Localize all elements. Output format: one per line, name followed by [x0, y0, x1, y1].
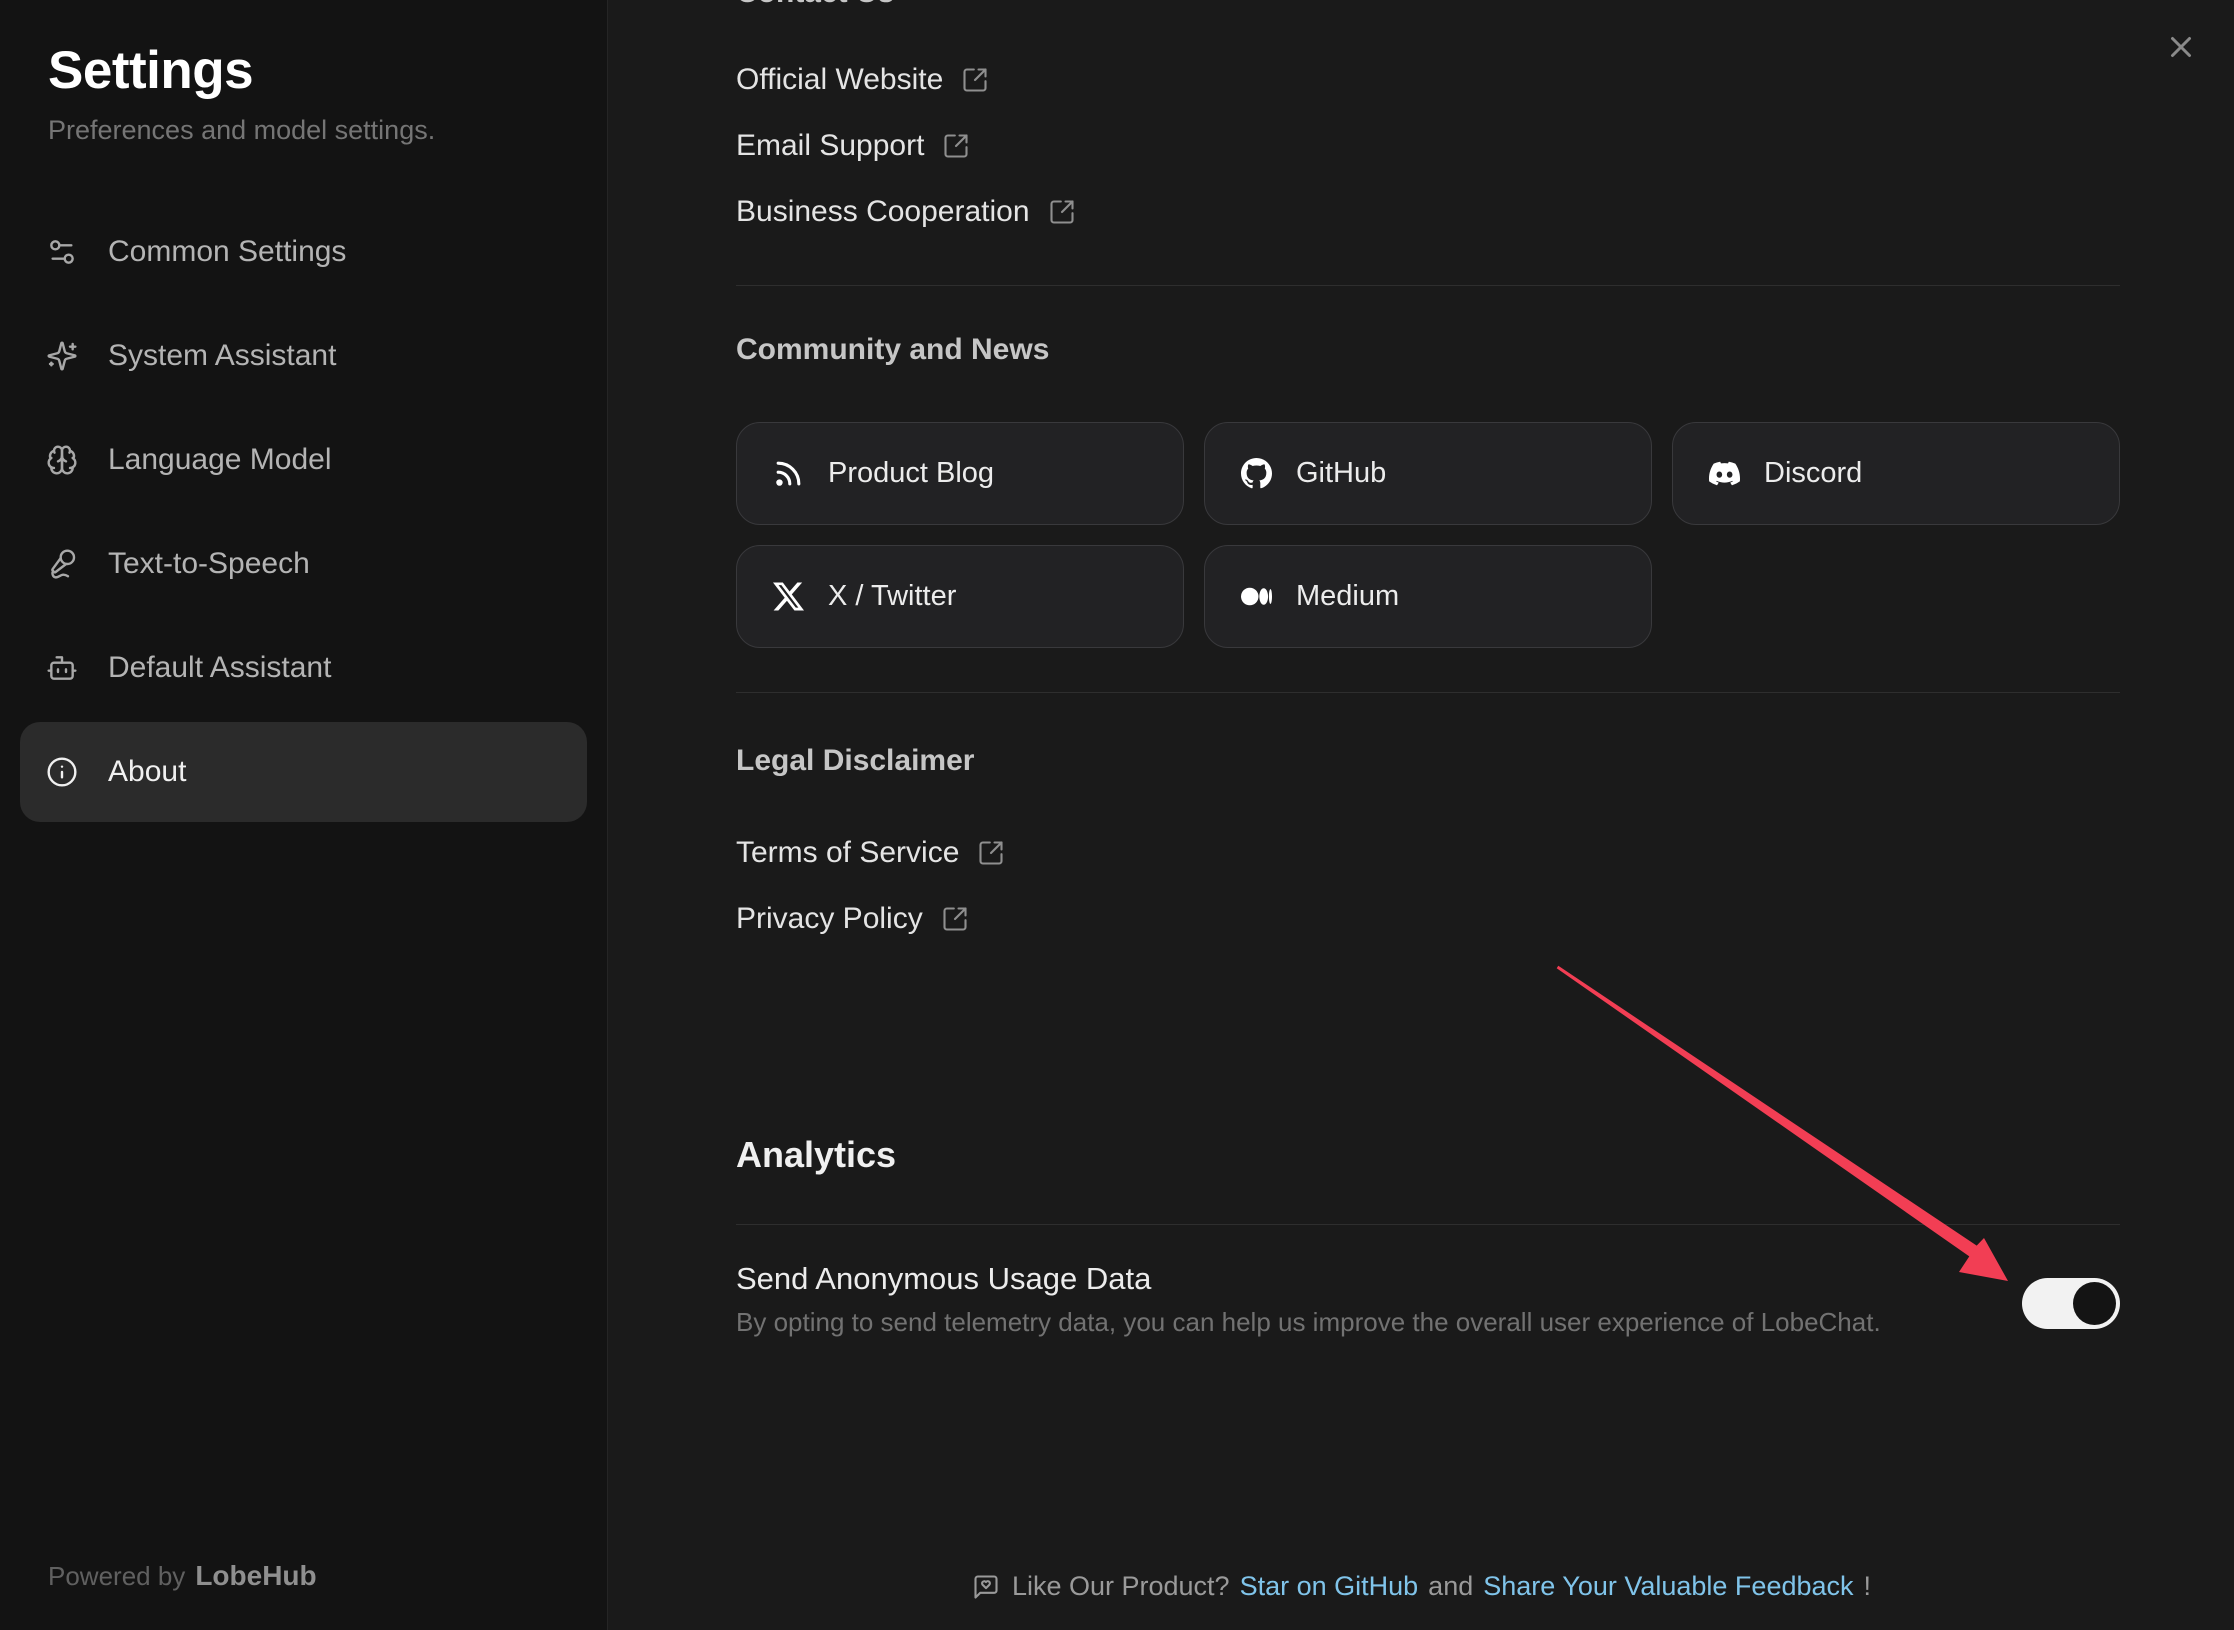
microphone-icon [46, 548, 78, 580]
share-feedback-link[interactable]: Share Your Valuable Feedback [1483, 1571, 1853, 1602]
sidebar-item-text-to-speech[interactable]: Text-to-Speech [20, 514, 587, 614]
external-link-icon [1048, 198, 1076, 226]
sidebar-item-label: Text-to-Speech [108, 547, 310, 581]
divider [736, 1224, 2120, 1225]
x-icon [773, 581, 804, 612]
divider [736, 692, 2120, 693]
sidebar-item-language-model[interactable]: Language Model [20, 410, 587, 510]
close-icon [2164, 30, 2198, 64]
external-link-icon [961, 66, 989, 94]
contact-links: Official Website Email Support Business Co… [736, 60, 2120, 232]
divider [736, 285, 2120, 286]
bot-icon [46, 652, 78, 684]
page-subtitle: Preferences and model settings. [48, 115, 559, 146]
settings-sidebar: Settings Preferences and model settings.… [0, 0, 608, 1630]
legal-link-privacy-policy[interactable]: Privacy Policy [736, 899, 2120, 939]
button-label: Product Blog [828, 457, 994, 490]
legal-link-terms-of-service[interactable]: Terms of Service [736, 833, 2120, 873]
sidebar-item-common-settings[interactable]: Common Settings [20, 202, 587, 302]
external-link-icon [977, 839, 1005, 867]
contact-link-business-cooperation[interactable]: Business Cooperation [736, 192, 2120, 232]
link-label: Official Website [736, 63, 943, 97]
github-button[interactable]: GitHub [1204, 422, 1652, 525]
medium-button[interactable]: Medium [1204, 545, 1652, 648]
community-section-title: Community and News [736, 330, 2120, 370]
settings-sliders-icon [46, 236, 78, 268]
toggle-knob [2073, 1282, 2116, 1325]
legal-section-title: Legal Disclaimer [736, 741, 2120, 781]
external-link-icon [942, 132, 970, 160]
sidebar-item-label: System Assistant [108, 339, 336, 373]
close-button[interactable] [2164, 30, 2198, 64]
contact-link-email-support[interactable]: Email Support [736, 126, 2120, 166]
settings-nav: Common Settings System Assistant Language … [20, 202, 587, 822]
sparkles-icon [46, 340, 78, 372]
telemetry-toggle[interactable] [2022, 1278, 2120, 1329]
page-title: Settings [48, 40, 559, 101]
contact-link-official-website[interactable]: Official Website [736, 60, 2120, 100]
button-label: Medium [1296, 580, 1399, 613]
rss-icon [773, 458, 804, 489]
analytics-section-title: Analytics [736, 1132, 2120, 1178]
button-label: X / Twitter [828, 580, 956, 613]
feedback-icon [972, 1573, 1000, 1601]
discord-button[interactable]: Discord [1672, 422, 2120, 525]
button-label: Discord [1764, 457, 1862, 490]
link-label: Business Cooperation [736, 195, 1030, 229]
brain-icon [46, 444, 78, 476]
link-label: Email Support [736, 129, 924, 163]
star-on-github-link[interactable]: Star on GitHub [1240, 1571, 1419, 1602]
footer: Like Our Product? Star on GitHub and Sha… [609, 1571, 2234, 1602]
sidebar-item-about[interactable]: About [20, 722, 587, 822]
product-blog-button[interactable]: Product Blog [736, 422, 1184, 525]
sidebar-item-label: Default Assistant [108, 651, 331, 685]
telemetry-setting-description: By opting to send telemetry data, you ca… [736, 1306, 1881, 1339]
link-label: Privacy Policy [736, 902, 923, 936]
sidebar-item-label: Common Settings [108, 235, 346, 269]
link-label: Terms of Service [736, 836, 959, 870]
sidebar-item-label: About [108, 755, 186, 789]
external-link-icon [941, 905, 969, 933]
sidebar-item-default-assistant[interactable]: Default Assistant [20, 618, 587, 718]
sidebar-item-system-assistant[interactable]: System Assistant [20, 306, 587, 406]
medium-icon [1241, 581, 1272, 612]
powered-by-label: Powered by [48, 1561, 185, 1592]
powered-by: Powered by LobeHub [48, 1560, 317, 1592]
button-label: GitHub [1296, 457, 1386, 490]
sidebar-item-label: Language Model [108, 443, 332, 477]
legal-links: Terms of Service Privacy Policy [736, 833, 2120, 939]
about-settings-panel: Contact Us Official Website Email Support… [609, 0, 2234, 1630]
discord-icon [1709, 458, 1740, 489]
x-twitter-button[interactable]: X / Twitter [736, 545, 1184, 648]
github-icon [1241, 458, 1272, 489]
community-buttons: Product Blog GitHub Discord X / Twitter Medi… [736, 422, 2120, 648]
footer-text: and [1428, 1571, 1473, 1602]
telemetry-setting-row: Send Anonymous Usage Data By opting to s… [736, 1259, 2120, 1339]
info-icon [46, 756, 78, 788]
footer-text: Like Our Product? [1012, 1571, 1230, 1602]
footer-text: ! [1864, 1571, 1872, 1602]
lobehub-brand[interactable]: LobeHub [195, 1560, 316, 1592]
contact-section-title: Contact Us [736, 0, 2120, 13]
telemetry-setting-label: Send Anonymous Usage Data [736, 1259, 1881, 1299]
